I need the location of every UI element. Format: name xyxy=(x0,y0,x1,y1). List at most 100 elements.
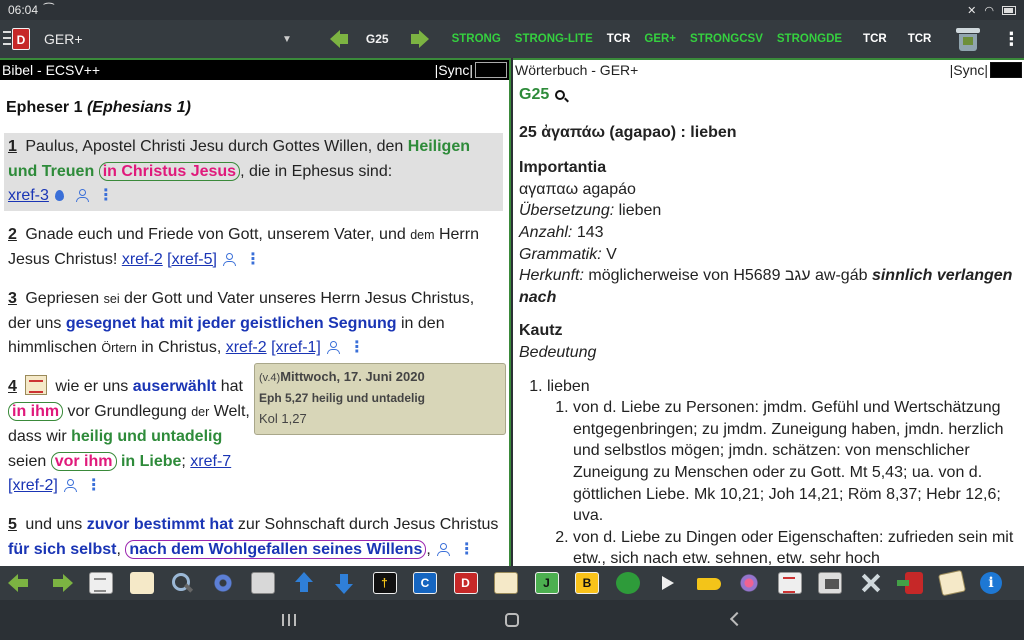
search-icon[interactable] xyxy=(170,572,194,594)
note-popup[interactable]: (v.4)Mittwoch, 17. Juni 2020 Eph 5,27 he… xyxy=(254,363,506,435)
trash-icon[interactable] xyxy=(956,26,981,52)
b-book-icon[interactable]: B xyxy=(575,572,599,594)
person-icon[interactable] xyxy=(75,189,89,203)
module-tab-tcr-1[interactable]: TCR xyxy=(607,33,631,45)
module-tab-ger-plus[interactable]: GER+ xyxy=(644,33,676,45)
next-button[interactable] xyxy=(405,24,435,54)
status-icons: ✕ ◠ xyxy=(967,4,1016,17)
note-icon[interactable] xyxy=(24,375,47,396)
tag-icon[interactable] xyxy=(696,578,721,590)
notes-icon[interactable] xyxy=(129,572,154,594)
verse-2[interactable]: 2 Gnade euch und Friede von Gott, unsere… xyxy=(6,221,501,275)
xref-link[interactable]: xref-7 xyxy=(190,453,231,470)
copy-icon[interactable] xyxy=(251,572,275,594)
commentary-book-icon[interactable]: C xyxy=(413,572,437,594)
status-bar: 06:04 ⁀ ✕ ◠ xyxy=(0,0,1024,20)
xref-link[interactable]: xref-2 xyxy=(226,339,267,356)
dictionary-entry: G25 25 ἀγαπάω (agapao) : lieben Importan… xyxy=(513,80,1024,566)
dictionary-sync-box[interactable] xyxy=(990,62,1022,78)
entry-headword: 25 ἀγαπάω (agapao) : lieben xyxy=(519,123,737,141)
eye-icon[interactable] xyxy=(615,572,640,594)
person-icon[interactable] xyxy=(326,341,340,355)
notes-alt-icon[interactable] xyxy=(937,569,966,597)
document-icon[interactable] xyxy=(89,572,113,594)
arrow-down-icon[interactable] xyxy=(332,572,356,594)
verse-1[interactable]: 1 Paulus, Apostel Christi Jesu durch Got… xyxy=(4,132,503,212)
app-menu-button[interactable]: D xyxy=(2,24,32,54)
verse-number[interactable]: 4 xyxy=(8,378,17,395)
bottom-toolbar: † C D J B i xyxy=(0,566,1024,600)
list-item: lieben von d. Liebe zu Personen: jmdm. G… xyxy=(547,376,1016,566)
bible-sync-box[interactable] xyxy=(475,62,507,78)
bible-book-icon[interactable]: † xyxy=(372,572,397,594)
dictionary-book-icon[interactable]: D xyxy=(453,572,478,594)
wifi-icon: ◠ xyxy=(984,4,994,17)
highlight-box[interactable]: nach dem Wohlgefallen seines Willens xyxy=(125,539,427,559)
map-pin-icon[interactable] xyxy=(54,190,64,202)
tools-icon[interactable] xyxy=(859,572,883,594)
back-arrow-icon[interactable] xyxy=(8,572,32,594)
forward-arrow-icon[interactable] xyxy=(49,572,73,594)
info-icon[interactable]: i xyxy=(980,572,1002,594)
list-item: von d. Liebe zu Dingen oder Eigenschafte… xyxy=(573,527,1016,566)
dictionary-sync-toggle[interactable]: |Sync| xyxy=(950,62,988,78)
person-icon[interactable] xyxy=(63,479,77,493)
module-tab-tcr-2[interactable]: TCR xyxy=(863,33,887,45)
recent-apps-icon[interactable] xyxy=(282,614,296,626)
overflow-menu-icon[interactable]: ⋮ xyxy=(1002,30,1020,48)
person-icon[interactable] xyxy=(436,542,450,556)
highlight-box[interactable]: in Christus Jesus xyxy=(98,161,241,181)
search-icon[interactable] xyxy=(555,89,566,100)
verse-3[interactable]: 3 Gepriesen sei der Gott und Vater unser… xyxy=(6,285,501,363)
more-vert-icon[interactable]: ⋮ xyxy=(86,474,102,499)
notification-icon: ⁀ xyxy=(44,3,54,17)
dictionary-book-icon: D xyxy=(12,28,30,50)
bible-pane-header: Bibel - ECSV++ |Sync| xyxy=(0,58,509,80)
xref-link[interactable]: [xref-2] xyxy=(8,477,58,494)
module-tab-strong[interactable]: STRONG xyxy=(452,33,501,45)
more-vert-icon[interactable]: ⋮ xyxy=(459,538,475,563)
module-tab-strongde[interactable]: STRONGDE xyxy=(777,33,842,45)
verse-5[interactable]: 5 und uns zuvor bestimmt hat zur Sohnsch… xyxy=(6,511,501,565)
xref-link[interactable]: [xref-1] xyxy=(271,339,321,356)
xref-link[interactable]: xref-2 xyxy=(122,251,163,268)
module-tab-strongcsv[interactable]: STRONGCSV xyxy=(690,33,763,45)
translation-line: Übersetzung: lieben xyxy=(519,202,662,220)
chevron-down-icon[interactable]: ▼ xyxy=(282,34,292,45)
grammar-line: Grammatik: V xyxy=(519,245,617,263)
gear-icon[interactable] xyxy=(210,572,235,594)
person-icon[interactable] xyxy=(222,252,236,266)
home-icon[interactable] xyxy=(505,613,519,627)
system-nav-bar xyxy=(0,600,1024,640)
previous-button[interactable] xyxy=(320,24,350,54)
j-book-icon[interactable]: J xyxy=(534,572,559,594)
bible-pane-title[interactable]: Bibel - ECSV++ xyxy=(2,62,435,78)
back-icon[interactable] xyxy=(729,611,745,627)
verse-number[interactable]: 5 xyxy=(8,516,17,533)
play-icon[interactable] xyxy=(656,572,680,594)
xref-link[interactable]: xref-3 xyxy=(8,187,49,204)
more-vert-icon[interactable]: ⋮ xyxy=(349,336,365,361)
more-vert-icon[interactable]: ⋮ xyxy=(245,248,261,273)
module-tab-tcr-3[interactable]: TCR xyxy=(908,33,932,45)
section-importantia: Importantia xyxy=(519,159,607,177)
strong-number[interactable]: G25 xyxy=(366,32,389,46)
xref-link[interactable]: [xref-5] xyxy=(167,251,217,268)
dictionary-pane-title[interactable]: Wörterbuch - GER+ xyxy=(515,62,950,78)
flower-icon[interactable] xyxy=(737,572,761,594)
list-icon[interactable] xyxy=(777,572,802,594)
journal-icon[interactable] xyxy=(494,572,518,594)
verse-number[interactable]: 1 xyxy=(8,138,17,155)
highlight-box[interactable]: vor ihm xyxy=(50,451,117,471)
highlight-box[interactable]: in ihm xyxy=(8,401,64,421)
arrow-up-icon[interactable] xyxy=(292,572,316,594)
meaning-label: Bedeutung xyxy=(519,343,597,361)
verse-number[interactable]: 2 xyxy=(8,226,17,243)
module-tab-strong-lite[interactable]: STRONG-LITE xyxy=(515,33,593,45)
windows-icon[interactable] xyxy=(818,572,842,594)
module-selector[interactable]: GER+ xyxy=(44,31,274,47)
bible-sync-toggle[interactable]: |Sync| xyxy=(435,62,473,78)
exit-icon[interactable] xyxy=(897,572,923,594)
more-vert-icon[interactable]: ⋮ xyxy=(98,184,114,209)
verse-number[interactable]: 3 xyxy=(8,290,17,307)
